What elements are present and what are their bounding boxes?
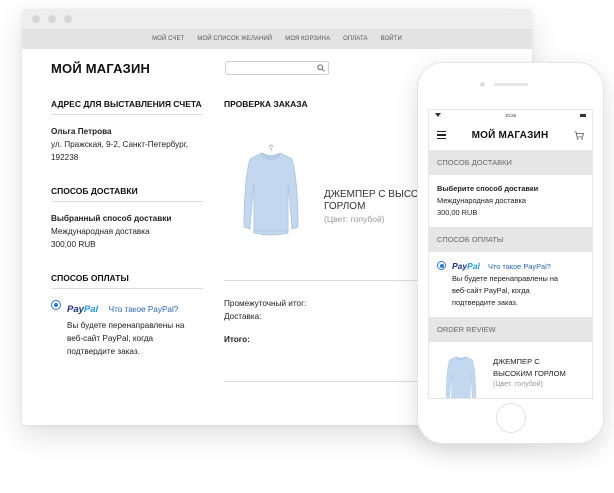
subtotal-label: Промежуточный итог: (224, 299, 307, 308)
billing-address-line2: 192238 (51, 153, 79, 162)
mobile-header: МОЙ МАГАЗИН (429, 120, 592, 150)
mobile-what-is-paypal-link[interactable]: Что такое PayPal? (488, 262, 551, 271)
what-is-paypal-link[interactable]: Что такое PayPal? (109, 305, 179, 314)
paypal-desc-line1: Вы будете перенаправлены на (67, 321, 185, 330)
mobile-paypal-desc-line3: подтвердите заказ. (452, 298, 518, 307)
billing-address-heading: АДРЕС ДЛЯ ВЫСТАВЛЕНИЯ СЧЕТА (51, 99, 203, 115)
mobile-paypal-logo: PayPal (452, 261, 480, 271)
phone-speaker (494, 83, 528, 86)
home-button[interactable] (496, 403, 526, 433)
mobile-payment-heading[interactable]: СПОСОБ ОПЛАТЫ (429, 227, 592, 252)
mobile-product: ДЖЕМПЕР С ВЫСОКИМ ГОРЛОМ (Цвет: голубой) (429, 342, 592, 399)
cart-icon[interactable] (574, 131, 584, 140)
mobile-shipping-method: Международная доставка (437, 196, 526, 205)
mobile-product-name[interactable]: ДЖЕМПЕР С ВЫСОКИМ ГОРЛОМ (493, 356, 588, 380)
total-label: Итого: (224, 335, 250, 344)
shipping-method-name: Международная доставка (51, 227, 150, 236)
billing-name: Ольга Петрова (51, 127, 112, 136)
search-icon[interactable] (317, 64, 325, 72)
signal-icon (435, 113, 441, 117)
status-time: 10:26 (504, 112, 517, 118)
mobile-sweater-image[interactable] (441, 350, 481, 399)
mobile-paypal-desc-line2: веб-сайт PayPal, когда (452, 286, 530, 295)
mobile-order-review-heading[interactable]: ORDER REVIEW (429, 317, 592, 342)
mobile-shipping-section: Выберите способ доставки Международная д… (429, 175, 592, 227)
nav-my-cart[interactable]: МОЯ КОРЗИНА (285, 36, 330, 42)
paypal-radio[interactable] (51, 300, 61, 310)
browser-chrome (22, 9, 532, 29)
paypal-desc-line3: подтвердите заказ. (67, 347, 140, 356)
mobile-store-title[interactable]: МОЙ МАГАЗИН (472, 130, 549, 141)
product-color: (Цвет: голубой) (324, 214, 385, 224)
phone-camera (480, 82, 485, 87)
shipping-method-heading: СПОСОБ ДОСТАВКИ (51, 186, 203, 202)
mobile-payment-section: PayPal Что такое PayPal? Вы будете перен… (429, 252, 592, 317)
mobile-shipping-label: Выберите способ доставки (437, 184, 539, 193)
mobile-product-color: (Цвет: голубой) (493, 381, 543, 388)
mobile-screen: 10:26 МОЙ МАГАЗИН СПОСОБ ДОСТАВКИ Выбери… (428, 109, 593, 399)
payment-method-section: СПОСОБ ОПЛАТЫ PayPal Что такое PayPal? В… (51, 273, 203, 358)
mobile-paypal-radio[interactable] (437, 261, 446, 270)
billing-address-section: АДРЕС ДЛЯ ВЫСТАВЛЕНИЯ СЧЕТА Ольга Петров… (51, 99, 203, 164)
nav-wishlist[interactable]: МОЙ СПИСОК ЖЕЛАНИЙ (197, 36, 272, 42)
mobile-shipping-price: 300,00 RUB (437, 208, 478, 217)
paypal-desc-line2: веб-сайт PayPal, когда (67, 334, 154, 343)
mobile-phone: 10:26 МОЙ МАГАЗИН СПОСОБ ДОСТАВКИ Выбери… (417, 62, 604, 444)
store-title[interactable]: МОЙ МАГАЗИН (51, 61, 150, 76)
window-close-dot[interactable] (32, 15, 40, 23)
search-input[interactable] (225, 61, 329, 75)
billing-address-line1: ул. Пражская, 9-2, Санкт-Петербург, (51, 140, 188, 149)
shipping-label: Выбранный способ доставки (51, 214, 172, 223)
mobile-paypal-desc-line1: Вы будете перенаправлены на (452, 274, 559, 283)
top-navigation: МОЙ СЧЕТ МОЙ СПИСОК ЖЕЛАНИЙ МОЯ КОРЗИНА … (22, 29, 532, 49)
shipping-method-section: СПОСОБ ДОСТАВКИ Выбранный способ доставк… (51, 186, 203, 251)
checkout-left-column: АДРЕС ДЛЯ ВЫСТАВЛЕНИЯ СЧЕТА Ольга Петров… (51, 99, 203, 380)
sweater-image[interactable] (236, 141, 306, 243)
nav-my-account[interactable]: МОЙ СЧЕТ (152, 36, 184, 42)
battery-icon (579, 113, 586, 117)
delivery-label: Доставка: (224, 312, 262, 321)
shipping-price: 300,00 RUB (51, 240, 96, 249)
mobile-shipping-heading[interactable]: СПОСОБ ДОСТАВКИ (429, 150, 592, 175)
nav-checkout[interactable]: ОПЛАТА (343, 36, 368, 42)
paypal-logo: PayPal (67, 304, 99, 315)
status-bar: 10:26 (429, 110, 592, 120)
window-maximize-dot[interactable] (64, 15, 72, 23)
payment-method-heading: СПОСОБ ОПЛАТЫ (51, 273, 203, 289)
nav-login[interactable]: ВОЙТИ (381, 36, 402, 42)
menu-icon[interactable] (437, 131, 446, 139)
window-minimize-dot[interactable] (48, 15, 56, 23)
